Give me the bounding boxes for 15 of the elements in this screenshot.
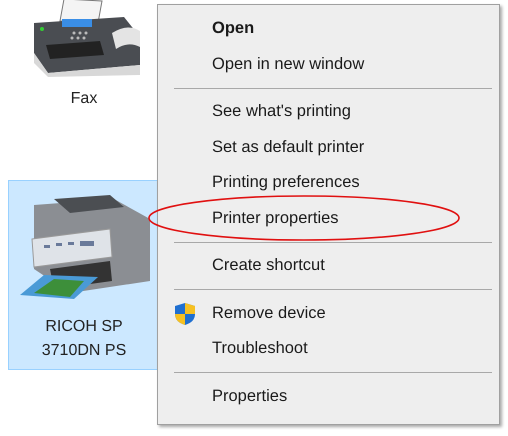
menu-item[interactable]: Remove device <box>158 296 499 331</box>
shield-icon <box>174 302 196 326</box>
menu-item[interactable]: Printer properties <box>158 200 499 236</box>
desktop-item[interactable]: RICOH SP 3710DN PS <box>8 180 160 370</box>
menu-item[interactable]: Open in new window <box>158 46 499 82</box>
menu-item[interactable]: Properties <box>158 378 499 414</box>
menu-item[interactable]: Set as default printer <box>158 130 499 165</box>
menu-item[interactable]: Troubleshoot <box>158 331 499 366</box>
menu-item[interactable]: Create shortcut <box>158 248 499 284</box>
menu-item[interactable]: Printing preferences <box>158 165 499 200</box>
item-label: RICOH SP 3710DN PS <box>40 317 128 361</box>
menu-item[interactable]: Open <box>158 11 499 46</box>
menu-item[interactable]: See what's printing <box>158 94 499 130</box>
item-label: Fax <box>70 89 98 109</box>
desktop-item[interactable]: Fax <box>8 0 160 118</box>
